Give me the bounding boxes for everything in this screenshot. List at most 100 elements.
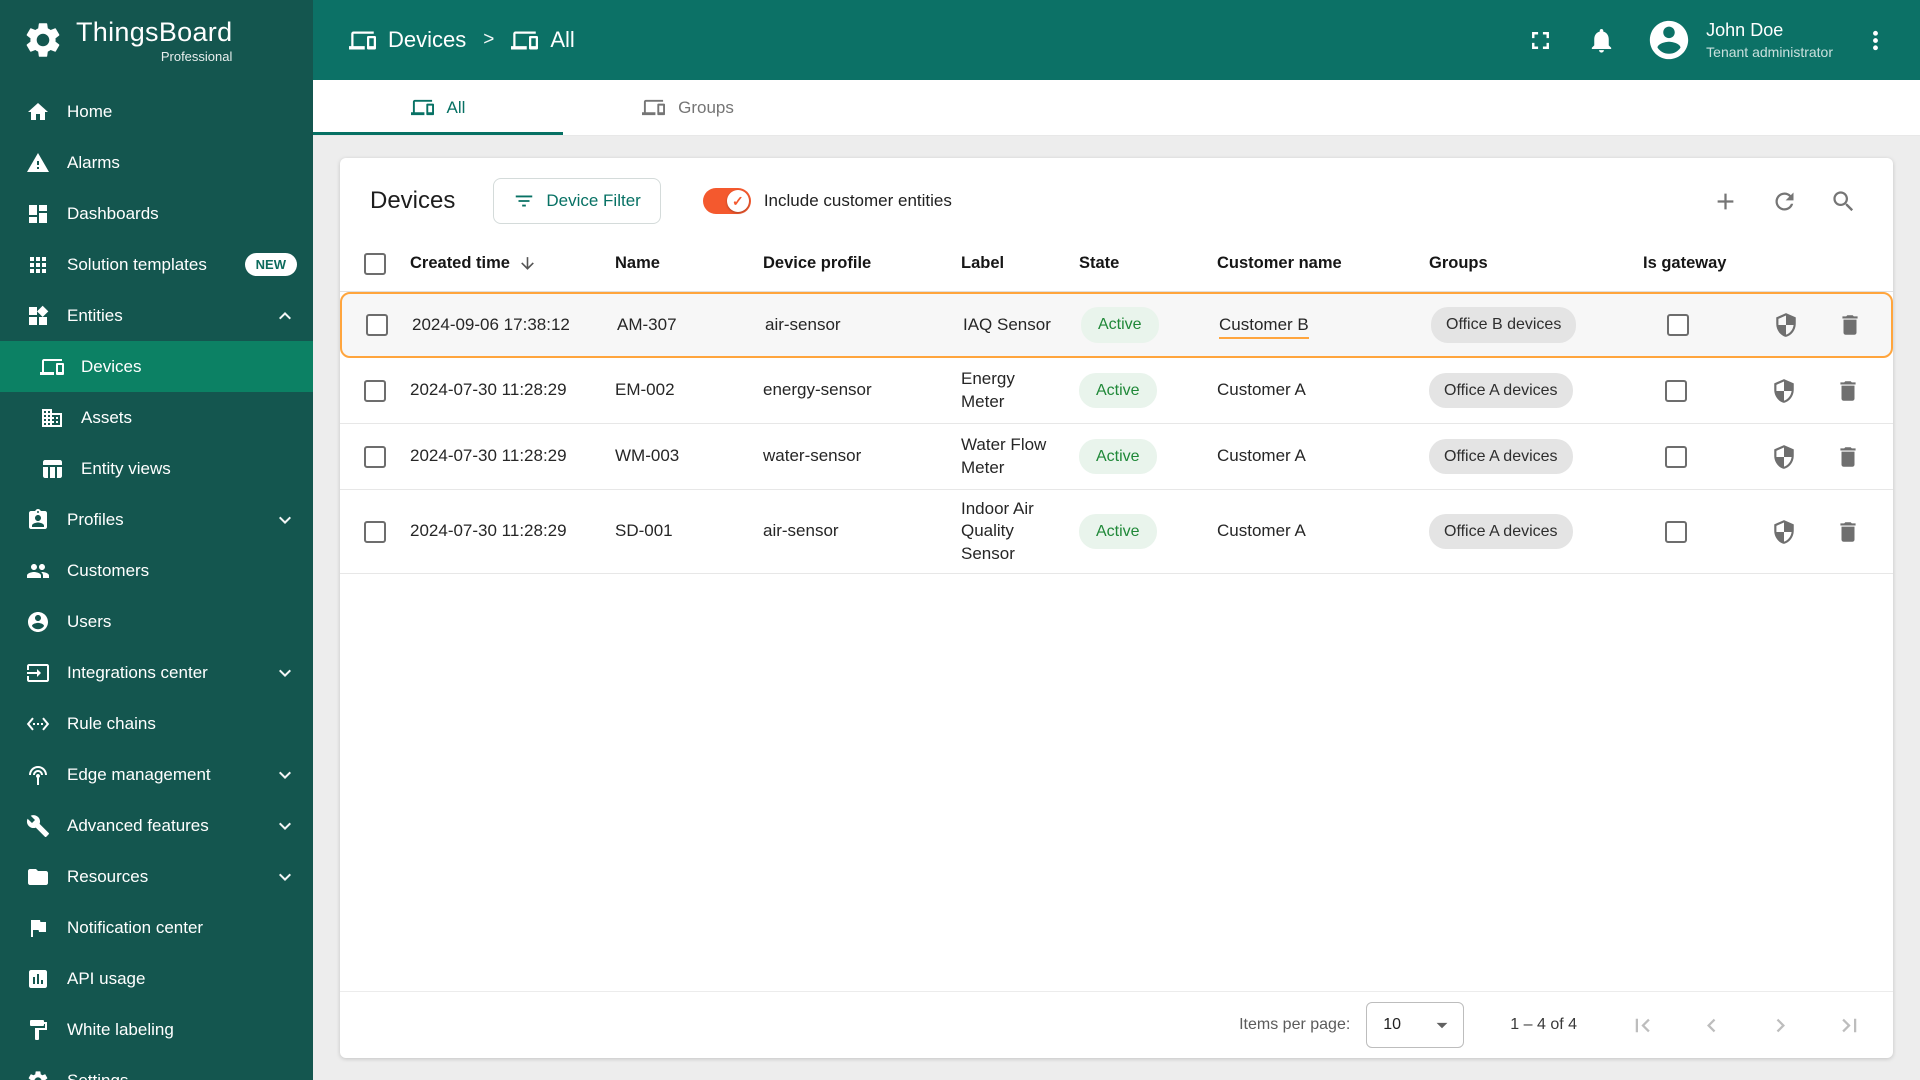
devices-icon (349, 31, 376, 49)
security-shield-icon[interactable] (1771, 378, 1797, 404)
column-header-label[interactable]: Label (961, 254, 1079, 273)
delete-icon[interactable] (1835, 519, 1861, 545)
row-checkbox[interactable] (364, 520, 386, 543)
add-entity-icon[interactable] (1712, 188, 1739, 215)
search-icon[interactable] (1830, 188, 1857, 215)
device-groups-icon (642, 99, 666, 116)
kebab-menu-icon[interactable] (1861, 26, 1890, 55)
select-all-checkbox[interactable] (364, 252, 386, 275)
sidebar-item-api-usage[interactable]: API usage (0, 953, 313, 1004)
row-checkbox[interactable] (364, 445, 386, 468)
last-page-icon[interactable] (1836, 1012, 1863, 1039)
cell-state: Active (1079, 372, 1217, 409)
cell-customer-name: Customer A (1217, 446, 1306, 466)
thingsboard-logo[interactable]: ThingsBoard Professional (0, 0, 313, 80)
cell-device-profile: water-sensor (763, 446, 862, 466)
state-badge: Active (1079, 372, 1157, 409)
sidebar-item-label: Devices (81, 356, 142, 376)
sidebar-item-dashboards[interactable]: Dashboards (0, 188, 313, 239)
column-header-created-time[interactable]: Created time (410, 254, 615, 273)
security-shield-icon[interactable] (1773, 312, 1799, 338)
breadcrumb-all[interactable]: All (511, 27, 575, 54)
sidebar-item-users[interactable]: Users (0, 596, 313, 647)
notifications-bell-icon[interactable] (1587, 26, 1616, 55)
sidebar-item-edge-management[interactable]: Edge management (0, 749, 313, 800)
delete-icon[interactable] (1835, 378, 1861, 404)
row-checkbox[interactable] (366, 314, 388, 336)
sidebar-item-profiles[interactable]: Profiles (0, 494, 313, 545)
cell-groups: Office A devices (1429, 514, 1643, 550)
sidebar-item-label: Assets (81, 407, 133, 427)
group-chip: Office A devices (1429, 514, 1573, 550)
refresh-icon[interactable] (1771, 188, 1798, 215)
row-actions (1771, 444, 1893, 470)
sidebar-item-customers[interactable]: Customers (0, 545, 313, 596)
device-row[interactable]: 2024-07-30 11:28:29 EM-002 energy-sensor… (340, 358, 1893, 424)
previous-page-icon[interactable] (1698, 1012, 1725, 1039)
user-avatar[interactable] (1646, 17, 1692, 63)
sidebar-item-resources[interactable]: Resources (0, 851, 313, 902)
sidebar: ThingsBoard Professional Home Alarms Das… (0, 0, 313, 1080)
include-customer-entities-toggle[interactable]: ✓ Include customer entities (702, 188, 952, 214)
delete-icon[interactable] (1837, 312, 1863, 338)
sidebar-item-rule-chains[interactable]: Rule chains (0, 698, 313, 749)
toggle-switch[interactable]: ✓ (702, 188, 751, 214)
content-area: Devices Device Filter ✓ Include customer… (313, 136, 1920, 1080)
chevron-up-icon (273, 304, 297, 328)
breadcrumb-devices[interactable]: Devices (349, 27, 466, 54)
sidebar-item-solution-templates[interactable]: Solution templates NEW (0, 239, 313, 290)
device-row[interactable]: 2024-07-30 11:28:29 SD-001 air-sensor In… (340, 490, 1893, 575)
security-shield-icon[interactable] (1771, 519, 1797, 545)
warning-icon (26, 151, 50, 175)
tab-groups-label: Groups (678, 97, 734, 117)
sidebar-item-assets[interactable]: Assets (0, 392, 313, 443)
column-header-device-profile[interactable]: Device profile (763, 254, 961, 273)
tab-bar: All Groups (313, 80, 1920, 136)
group-chip: Office B devices (1431, 307, 1577, 343)
tab-all[interactable]: All (313, 80, 563, 135)
chevron-down-icon (273, 814, 297, 838)
page-range-label: 1 – 4 of 4 (1510, 1016, 1577, 1033)
sidebar-item-settings[interactable]: Settings (0, 1055, 313, 1080)
main-area: Devices > All John Doe Tenant administra… (313, 0, 1920, 1080)
group-chip: Office A devices (1429, 372, 1573, 409)
sidebar-item-label: Home (67, 101, 113, 121)
sidebar-item-advanced-features[interactable]: Advanced features (0, 800, 313, 851)
cell-state: Active (1081, 307, 1219, 343)
device-row[interactable]: 2024-09-06 17:38:12 AM-307 air-sensor IA… (340, 292, 1893, 358)
sidebar-item-label: Notification center (67, 917, 204, 937)
items-per-page-select[interactable]: 10 (1366, 1002, 1465, 1048)
tab-groups[interactable]: Groups (563, 80, 813, 135)
sidebar-item-integrations-center[interactable]: Integrations center (0, 647, 313, 698)
sidebar-item-label: Entities (67, 305, 123, 325)
sidebar-item-alarms[interactable]: Alarms (0, 137, 313, 188)
sidebar-item-white-labeling[interactable]: White labeling (0, 1004, 313, 1055)
column-header-state[interactable]: State (1079, 254, 1217, 273)
device-filter-button[interactable]: Device Filter (493, 178, 661, 224)
people-icon (26, 559, 50, 583)
sidebar-item-devices[interactable]: Devices (0, 341, 313, 392)
delete-icon[interactable] (1835, 444, 1861, 470)
sidebar-item-label: Resources (67, 866, 149, 886)
first-page-icon[interactable] (1629, 1012, 1656, 1039)
tab-all-label: All (446, 97, 466, 117)
column-header-customer-name[interactable]: Customer name (1217, 254, 1429, 273)
gear-icon (26, 1069, 50, 1080)
security-shield-icon[interactable] (1771, 444, 1797, 470)
chevron-down-icon (273, 661, 297, 685)
building-icon (40, 406, 64, 430)
sidebar-item-entities[interactable]: Entities (0, 290, 313, 341)
column-header-name[interactable]: Name (615, 254, 763, 273)
row-checkbox[interactable] (364, 379, 386, 402)
paint-icon (26, 1018, 50, 1042)
sidebar-item-home[interactable]: Home (0, 86, 313, 137)
toggle-label: Include customer entities (763, 191, 952, 210)
devices-icon (40, 355, 64, 379)
sidebar-item-label: White labeling (67, 1019, 174, 1039)
sidebar-item-notification-center[interactable]: Notification center (0, 902, 313, 953)
fullscreen-icon[interactable] (1526, 26, 1555, 55)
sidebar-item-entity-views[interactable]: Entity views (0, 443, 313, 494)
next-page-icon[interactable] (1767, 1012, 1794, 1039)
device-row[interactable]: 2024-07-30 11:28:29 WM-003 water-sensor … (340, 424, 1893, 490)
user-name: John Doe (1706, 20, 1784, 41)
